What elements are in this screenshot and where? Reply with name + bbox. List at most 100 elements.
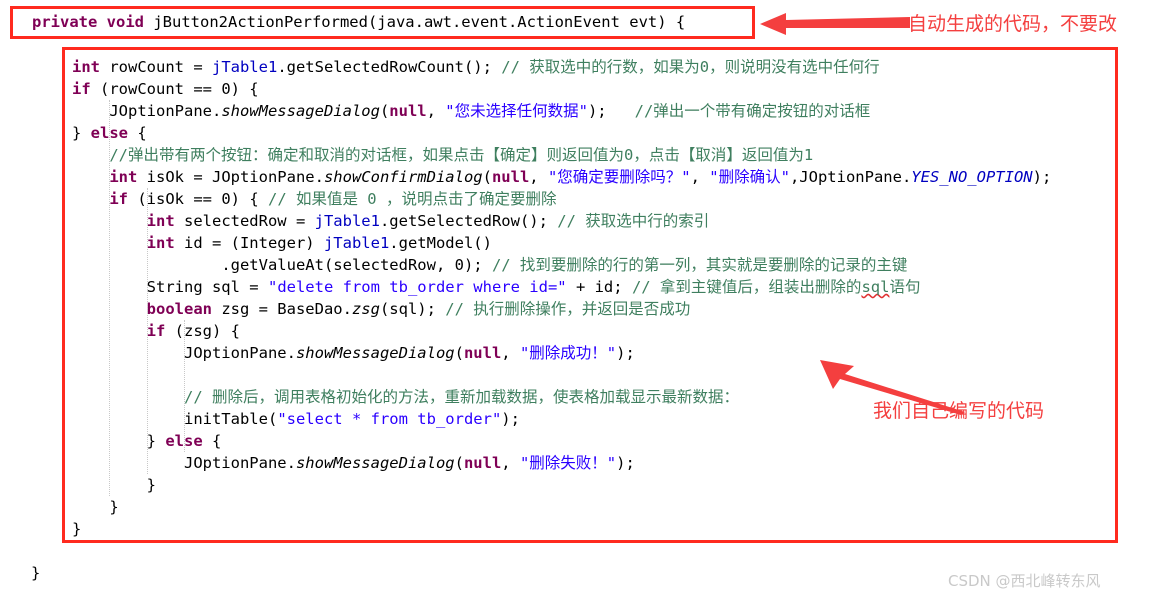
code-line[interactable]: //弹出带有两个按钮：确定和取消的对话框，如果点击【确定】则返回值为0，点击【取… [72,144,1172,166]
code-token-plain: ,JOptionPane. [789,168,912,186]
code-token-plain: , [501,454,520,472]
code-line[interactable]: JOptionPane.showMessageDialog(null, "您未选… [72,100,1172,122]
code-token-kw: null [389,102,427,120]
code-token-cmt: // 获取选中的行数，如果为0，则说明没有选中任何行 [501,58,880,76]
code-token-plain: JOptionPane. [183,454,296,472]
code-token-plain: ( [379,102,390,120]
code-token-str: "您确定要删除吗？" [547,168,691,186]
code-token-static: YES_NO_OPTION [911,168,1033,186]
code-token-str: "删除失败！" [519,454,617,472]
code-token-cmt: 语句 [889,278,921,296]
code-token-kw: if [109,190,128,208]
code-line[interactable]: } [72,496,1172,518]
code-token-method: showConfirmDialog [323,168,483,186]
code-line[interactable]: JOptionPane.showMessageDialog(null, "删除成… [72,342,1172,364]
code-token-str: "select * from tb_order" [277,410,502,428]
code-token-cmt: // 如果值是 0 ，说明点击了确定要删除 [267,190,557,208]
code-token-plain: , [426,102,446,120]
code-line[interactable]: } [72,518,1172,540]
code-token-plain: initTable( [183,410,278,428]
code-token-plain: ); [587,102,635,120]
code-token-plain: .getSelectedRow(); [379,212,558,230]
code-token-method: showMessageDialog [295,454,455,472]
code-line[interactable]: } [72,474,1172,496]
code-line[interactable]: if (isOk == 0) { // 如果值是 0 ，说明点击了确定要删除 [72,188,1172,210]
code-token-kw: if [146,322,166,340]
code-token-plain: ); [1032,168,1052,186]
code-token-plain: rowCount = [100,58,212,76]
code-token-str: "删除确认" [709,168,790,186]
code-line[interactable]: JOptionPane.showMessageDialog(null, "删除失… [72,452,1172,474]
code-token-plain: ( [454,344,464,362]
code-line[interactable]: boolean zsg = BaseDao.zsg(sql); // 执行删除操… [72,298,1172,320]
code-token-method: zsg [351,300,380,318]
code-token-kw: boolean [146,300,212,318]
method-signature[interactable]: private void jButton2ActionPerformed(jav… [32,11,685,33]
code-token-plain: JOptionPane. [109,102,222,120]
code-token-plain: (isOk == 0) { [128,190,268,208]
code-line[interactable]: int rowCount = jTable1.getSelectedRowCou… [72,56,1172,78]
code-token-cmt: //弹出一个带有确定按钮的对话框 [634,102,871,120]
code-token-cmt-squiggle: sql [861,278,890,296]
code-token-plain: id = (Integer) [174,234,324,252]
code-line[interactable]: String sql = "delete from tb_order where… [72,276,1172,298]
code-token-plain: .getSelectedRowCount(); [277,58,502,76]
code-token-plain: ); [501,410,520,428]
code-token-plain: ( [454,454,464,472]
code-token-plain: , [529,168,548,186]
code-token-field: jTable1 [314,212,380,230]
code-token-plain: ); [616,344,635,362]
code-line[interactable]: } else { [72,430,1172,452]
code-token-kw: int [146,212,175,230]
code-token-plain: (rowCount == 0) { [90,80,259,98]
code-token-cmt: // 执行删除操作，并返回是否成功 [445,300,691,318]
code-line[interactable]: } else { [72,122,1172,144]
code-token-method: showMessageDialog [295,344,455,362]
code-token-plain: , [690,168,710,186]
code-token-kw: null [463,454,502,472]
code-token-kw: int [146,234,175,252]
code-token-kw: int [72,58,100,76]
code-line[interactable]: if (rowCount == 0) { [72,78,1172,100]
code-line[interactable] [72,364,1172,386]
code-line[interactable]: if (zsg) { [72,320,1172,342]
code-token-plain: , [501,344,520,362]
code-token-plain: (sql); [379,300,446,318]
code-token-plain: zsg = BaseDao. [211,300,352,318]
code-line[interactable]: int id = (Integer) jTable1.getModel() [72,232,1172,254]
code-token-cmt: // 找到要删除的行的第一列，其实就是要删除的记录的主键 [491,256,908,274]
code-token-method: showMessageDialog [221,102,380,120]
indent-guide [183,320,186,452]
code-token-plain: { [202,432,222,450]
code-line[interactable]: int selectedRow = jTable1.getSelectedRow… [72,210,1172,232]
method-closing-brace: } [31,564,41,582]
code-token-plain: } [72,124,91,142]
code-line[interactable]: int isOk = JOptionPane.showConfirmDialog… [72,166,1172,188]
code-token-str: "您未选择任何数据" [445,102,588,120]
code-editor-lines[interactable]: int rowCount = jTable1.getSelectedRowCou… [72,56,1172,540]
code-line[interactable]: .getValueAt(selectedRow, 0); // 找到要删除的行的… [72,254,1172,276]
code-token-kw: int [109,168,138,186]
code-token-plain: ); [616,454,635,472]
code-token-kw: if [72,80,91,98]
code-token-plain: } [109,498,119,516]
code-token-cmt: // 获取选中行的索引 [557,212,710,230]
code-token-kw: null [463,344,502,362]
left-arrow-icon [760,13,910,35]
code-token-field: jTable1 [211,58,278,76]
code-token-cmt: //弹出带有两个按钮：确定和取消的对话框，如果点击【确定】则返回值为0，点击【取… [109,146,814,164]
code-token-cmt: // 拿到主键值后，组装出删除的 [631,278,862,296]
code-token-plain: .getValueAt(selectedRow, 0); [221,256,492,274]
indent-guide [146,188,149,474]
code-token-str: "delete from tb_order where id=" [267,278,567,296]
code-token-kw: null [491,168,530,186]
